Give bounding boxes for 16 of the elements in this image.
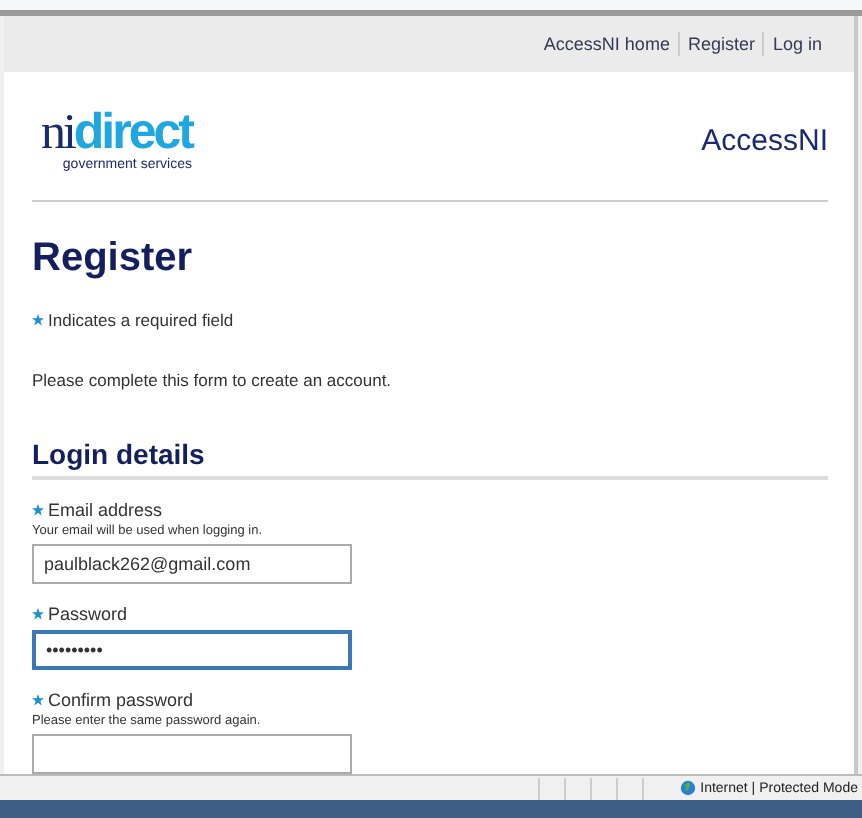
globe-icon bbox=[680, 780, 697, 796]
field-label: Password bbox=[48, 604, 128, 624]
nav-link[interactable]: AccessNI home bbox=[535, 32, 678, 56]
input-field[interactable] bbox=[32, 734, 352, 774]
logo: nidirect bbox=[40, 108, 192, 158]
page-heading: Register bbox=[32, 236, 195, 282]
field-label: Email address bbox=[48, 500, 163, 520]
input-field[interactable]: ••••••••• bbox=[32, 630, 352, 670]
input-field[interactable]: paulblack262@gmail.com bbox=[32, 544, 352, 584]
intro-text: Please complete this form to create an account. bbox=[32, 370, 394, 390]
site-title: AccessNI bbox=[701, 124, 828, 158]
nav-link[interactable]: Register bbox=[677, 32, 763, 56]
nav-link[interactable]: Log in bbox=[762, 32, 830, 56]
field-label: Confirm password bbox=[48, 690, 194, 710]
section-heading: Login details bbox=[32, 438, 828, 480]
required-note: Indicates a required field bbox=[48, 310, 234, 330]
